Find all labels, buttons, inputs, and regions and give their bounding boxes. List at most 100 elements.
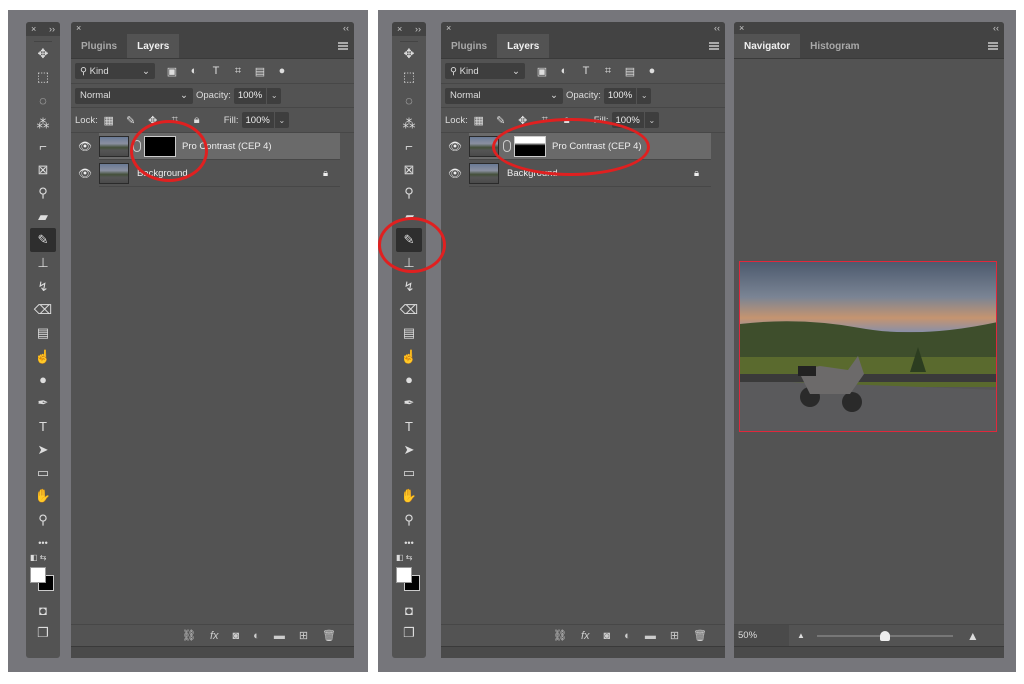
tool-marquee-icon[interactable]: ⬚ bbox=[396, 65, 422, 88]
foreground-color-swatch[interactable] bbox=[30, 566, 46, 583]
filter-type-icon[interactable]: T bbox=[579, 64, 593, 78]
panel-close-button[interactable]: × bbox=[739, 23, 744, 33]
tool-eyedropper-icon[interactable]: ⚲ bbox=[30, 182, 56, 205]
tab-plugins[interactable]: Plugins bbox=[71, 34, 127, 58]
visibility-eye-icon[interactable]: 👁︎ bbox=[71, 167, 99, 180]
tool-brush-icon[interactable]: ✎ bbox=[30, 228, 56, 252]
navigator-preview[interactable] bbox=[739, 261, 997, 432]
tool-gradient-icon[interactable]: ▤ bbox=[396, 322, 422, 345]
lock-all-icon[interactable]: 🔒︎ bbox=[560, 113, 574, 127]
panel-collapse-button[interactable]: ‹‹ bbox=[993, 23, 999, 33]
tool-eraser-icon[interactable]: ⌫ bbox=[30, 298, 56, 321]
zoom-out-mountain-icon[interactable]: ▲ bbox=[797, 631, 805, 640]
tool-crop-icon[interactable]: ⌐ bbox=[396, 135, 422, 158]
lock-transparent-icon[interactable]: ▦ bbox=[102, 113, 116, 127]
tool-eraser-icon[interactable]: ⌫ bbox=[396, 298, 422, 321]
tool-lasso-icon[interactable]: ◌ bbox=[30, 89, 56, 112]
foreground-color-swatch[interactable] bbox=[396, 566, 412, 583]
tool-lasso-icon[interactable]: ◌ bbox=[396, 89, 422, 112]
tool-healing-icon[interactable]: ▰ bbox=[30, 205, 56, 228]
new-layer-icon[interactable]: ⊞ bbox=[299, 629, 308, 642]
tab-histogram[interactable]: Histogram bbox=[800, 34, 869, 58]
zoom-slider-thumb[interactable] bbox=[879, 630, 890, 641]
screen-mode-icon[interactable]: ❐ bbox=[30, 622, 56, 645]
tool-history-brush-icon[interactable]: ↯ bbox=[30, 275, 56, 298]
tool-magic-wand-icon[interactable]: ⁂ bbox=[30, 112, 56, 135]
mask-link-icon[interactable] bbox=[133, 140, 141, 152]
zoom-in-mountain-icon[interactable]: ▲ bbox=[967, 629, 979, 643]
filter-smart-object-icon[interactable]: ▤ bbox=[253, 64, 267, 78]
panel-menu-icon[interactable] bbox=[709, 42, 719, 50]
tool-eyedropper-icon[interactable]: ⚲ bbox=[396, 182, 422, 205]
tool-rectangle-icon[interactable]: ▭ bbox=[30, 461, 56, 484]
fill-dropdown[interactable]: ⌄ bbox=[644, 112, 659, 128]
fill-dropdown[interactable]: ⌄ bbox=[274, 112, 289, 128]
tool-dodge-icon[interactable]: ● bbox=[30, 368, 56, 391]
panel-menu-icon[interactable] bbox=[338, 42, 348, 50]
blend-mode-select[interactable]: Normal ⌄ bbox=[75, 87, 193, 104]
toolbar-close-button[interactable]: × bbox=[397, 24, 402, 34]
fill-input[interactable]: 100% bbox=[241, 112, 274, 128]
tool-marquee-icon[interactable]: ⬚ bbox=[30, 65, 56, 88]
layer-row-background[interactable]: 👁︎ Background 🔒︎ bbox=[78, 160, 340, 187]
filter-toggle-icon[interactable]: ● bbox=[645, 64, 659, 78]
tool-frame-icon[interactable]: ⊠ bbox=[30, 158, 56, 181]
screen-mode-icon[interactable]: ❐ bbox=[396, 622, 422, 645]
tab-navigator[interactable]: Navigator bbox=[734, 34, 801, 58]
tool-smudge-icon[interactable]: ☝ bbox=[396, 345, 422, 368]
mask-link-icon[interactable] bbox=[503, 140, 511, 152]
add-mask-icon[interactable]: ◙ bbox=[604, 630, 611, 642]
panel-collapse-button[interactable]: ‹‹ bbox=[343, 23, 349, 33]
filter-pixel-icon[interactable]: ▣ bbox=[535, 64, 549, 78]
toolbar-expand-button[interactable]: ›› bbox=[415, 24, 421, 34]
link-layers-icon[interactable]: ⛓ bbox=[553, 629, 567, 642]
adjustment-layer-icon[interactable]: ◐ bbox=[624, 630, 631, 642]
lock-artboard-icon[interactable]: ⌗ bbox=[168, 113, 182, 127]
filter-toggle-icon[interactable]: ● bbox=[275, 64, 289, 78]
panel-close-button[interactable]: × bbox=[446, 23, 451, 33]
lock-image-icon[interactable]: ✎ bbox=[124, 113, 138, 127]
toolbar-close-button[interactable]: × bbox=[31, 24, 36, 34]
panel-collapse-button[interactable]: ‹‹ bbox=[714, 23, 720, 33]
tool-more-icon[interactable]: ••• bbox=[30, 531, 56, 554]
fx-icon[interactable]: fx bbox=[210, 630, 219, 642]
filter-adjustment-icon[interactable]: ◐ bbox=[187, 64, 201, 78]
zoom-level-input[interactable]: 50% bbox=[734, 624, 789, 647]
tool-gradient-icon[interactable]: ▤ bbox=[30, 322, 56, 345]
tool-history-brush-icon[interactable]: ↯ bbox=[396, 275, 422, 298]
tool-move-icon[interactable]: ✥ bbox=[396, 42, 422, 65]
tool-more-icon[interactable]: ••• bbox=[396, 531, 422, 554]
new-group-icon[interactable]: ▬ bbox=[645, 630, 656, 642]
quick-mask-icon[interactable]: ◘ bbox=[396, 599, 422, 622]
tool-frame-icon[interactable]: ⊠ bbox=[396, 158, 422, 181]
tool-rectangle-icon[interactable]: ▭ bbox=[396, 461, 422, 484]
layer-row-background[interactable]: 👁︎ Background 🔒︎ bbox=[448, 160, 711, 187]
opacity-input[interactable]: 100% bbox=[603, 87, 637, 104]
trash-icon[interactable]: 🗑︎ bbox=[322, 629, 336, 642]
tool-zoom-icon[interactable]: ⚲ bbox=[30, 508, 56, 531]
adjustment-layer-icon[interactable]: ◐ bbox=[253, 630, 260, 642]
lock-position-icon[interactable]: ✥ bbox=[146, 113, 160, 127]
toolbar-expand-button[interactable]: ›› bbox=[49, 24, 55, 34]
filter-adjustment-icon[interactable]: ◐ bbox=[557, 64, 571, 78]
tool-hand-icon[interactable]: ✋ bbox=[396, 485, 422, 508]
opacity-dropdown[interactable]: ⌄ bbox=[267, 87, 282, 104]
layer-row-pro-contrast[interactable]: 👁︎ Pro Contrast (CEP 4) bbox=[78, 133, 340, 160]
tool-crop-icon[interactable]: ⌐ bbox=[30, 135, 56, 158]
visibility-eye-icon[interactable]: 👁︎ bbox=[441, 140, 469, 153]
filter-type-icon[interactable]: T bbox=[209, 64, 223, 78]
tool-stamp-icon[interactable]: ⊥ bbox=[30, 252, 56, 275]
tool-brush-icon[interactable]: ✎ bbox=[396, 228, 422, 252]
tool-pen-icon[interactable]: ✒ bbox=[396, 391, 422, 414]
tool-type-icon[interactable]: T bbox=[396, 415, 422, 438]
new-layer-icon[interactable]: ⊞ bbox=[670, 629, 679, 642]
tab-layers[interactable]: Layers bbox=[497, 34, 550, 58]
lock-all-icon[interactable]: 🔒︎ bbox=[190, 113, 204, 127]
layer-mask-thumbnail[interactable] bbox=[144, 135, 176, 157]
quick-mask-icon[interactable]: ◘ bbox=[30, 599, 56, 622]
tool-hand-icon[interactable]: ✋ bbox=[30, 485, 56, 508]
link-layers-icon[interactable]: ⛓ bbox=[182, 629, 196, 642]
filter-pixel-icon[interactable]: ▣ bbox=[165, 64, 179, 78]
filter-kind-select[interactable]: ⚲ Kind ⌄ bbox=[75, 63, 155, 79]
default-colors-icon[interactable]: ◧ ⇆ bbox=[396, 553, 412, 562]
